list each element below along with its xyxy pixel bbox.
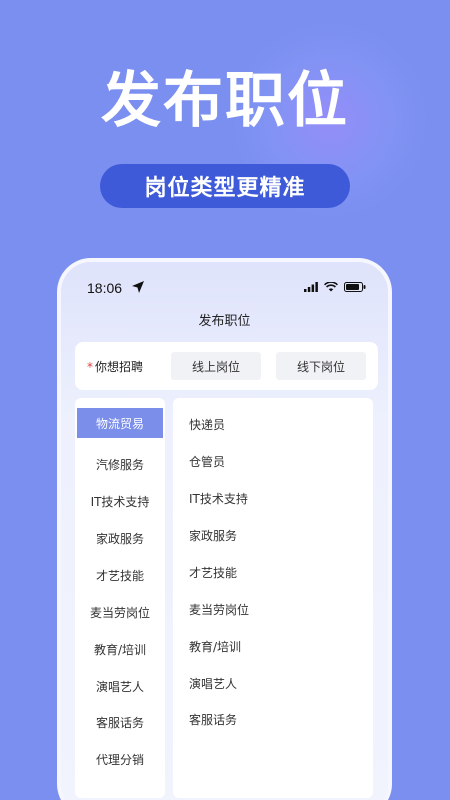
- signal-icon: [304, 282, 318, 292]
- recruit-type-row: * 你想招聘 线上岗位 线下岗位: [75, 342, 378, 390]
- job-item[interactable]: IT技术支持: [189, 490, 248, 507]
- job-item[interactable]: 快递员: [189, 416, 225, 433]
- category-item-housekeeping[interactable]: 家政服务: [75, 523, 165, 553]
- job-list: 快递员 仓管员 IT技术支持 家政服务 才艺技能 麦当劳岗位 教育/培训 演唱艺…: [173, 398, 373, 798]
- job-item[interactable]: 客服话务: [189, 711, 237, 728]
- category-item-it-support[interactable]: IT技术支持: [75, 486, 165, 516]
- wifi-icon: [324, 282, 338, 292]
- hero-subtitle-pill: 岗位类型更精准: [100, 164, 350, 208]
- location-arrow-icon: [132, 281, 144, 293]
- required-mark: *: [87, 360, 93, 374]
- recruit-type-label-text: 你想招聘: [95, 360, 144, 374]
- job-item[interactable]: 才艺技能: [189, 564, 237, 581]
- category-item-agent[interactable]: 代理分销: [75, 744, 165, 774]
- hero-title: 发布职位: [101, 66, 349, 136]
- category-item-auto-repair[interactable]: 汽修服务: [75, 449, 165, 479]
- online-job-option[interactable]: 线上岗位: [171, 352, 261, 380]
- offline-job-option[interactable]: 线下岗位: [276, 352, 366, 380]
- category-item-logistics[interactable]: 物流贸易: [77, 408, 163, 438]
- phone-screen: 18:06 发布职位 * 你想招聘 线上岗位 线下岗位 物流贸易 汽修服务 IT…: [61, 262, 388, 800]
- category-item-singer[interactable]: 演唱艺人: [75, 671, 165, 701]
- category-item-customer-service[interactable]: 客服话务: [75, 707, 165, 737]
- hero-subtitle: 岗位类型更精准: [144, 176, 306, 201]
- page-title: 发布职位: [198, 314, 251, 329]
- status-bar: 18:06: [61, 262, 388, 314]
- phone-mockup: 18:06 发布职位 * 你想招聘 线上岗位 线下岗位 物流贸易 汽修服务 IT…: [57, 258, 392, 800]
- status-time: 18:06: [87, 280, 123, 296]
- job-item[interactable]: 麦当劳岗位: [189, 601, 249, 618]
- job-item[interactable]: 演唱艺人: [189, 675, 237, 692]
- recruit-type-label: * 你想招聘: [87, 358, 143, 375]
- category-item-education[interactable]: 教育/培训: [75, 634, 165, 664]
- category-item-mcdonalds[interactable]: 麦当劳岗位: [75, 597, 165, 627]
- category-item-talent[interactable]: 才艺技能: [75, 560, 165, 590]
- category-list: 物流贸易 汽修服务 IT技术支持 家政服务 才艺技能 麦当劳岗位 教育/培训 演…: [75, 398, 165, 798]
- job-item[interactable]: 教育/培训: [189, 638, 241, 655]
- job-item[interactable]: 家政服务: [189, 527, 237, 544]
- job-item[interactable]: 仓管员: [189, 453, 225, 470]
- battery-icon: [344, 282, 366, 292]
- status-icons: [304, 282, 366, 292]
